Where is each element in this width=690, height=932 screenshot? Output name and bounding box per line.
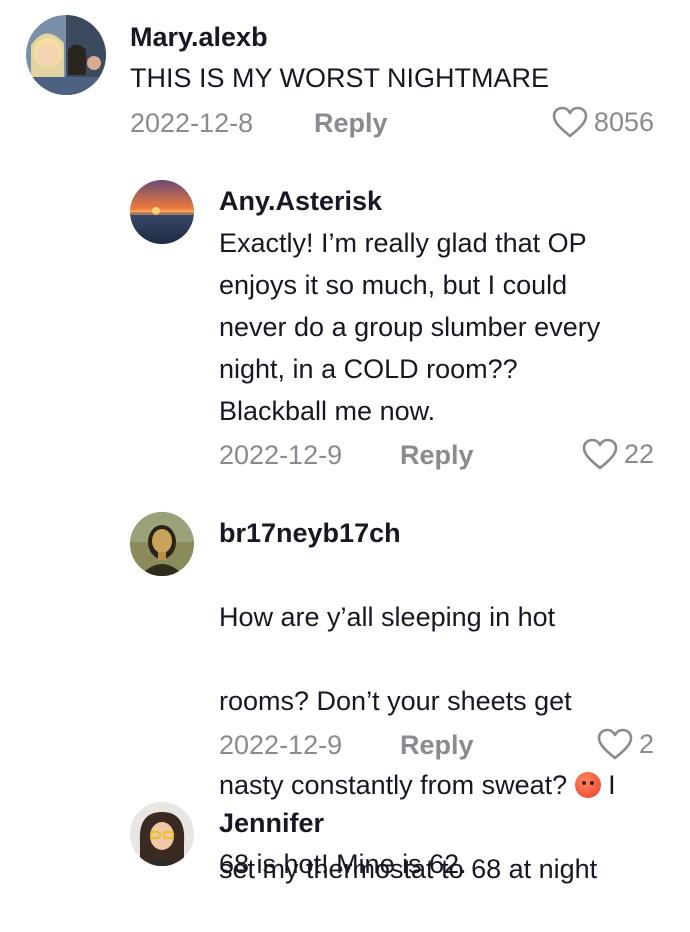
avatar[interactable]: [26, 15, 106, 95]
comment-text-line: How are y’all sleeping in hot: [219, 602, 556, 632]
reply-button[interactable]: Reply: [314, 108, 388, 139]
reply-button[interactable]: Reply: [400, 440, 474, 471]
comment-text: 68 is hot! Mine is 62.: [219, 849, 467, 879]
comment-text: Exactly! I’m really glad that OP enjoys …: [219, 228, 601, 426]
like-button[interactable]: 2: [597, 728, 654, 760]
avatar[interactable]: [130, 180, 194, 244]
like-button[interactable]: 22: [582, 438, 654, 470]
avatar-photo: [26, 15, 106, 95]
comment-date: 2022-12-9: [219, 440, 343, 470]
comment-username[interactable]: Any.Asterisk: [219, 186, 382, 217]
avatar-photo: [130, 180, 194, 244]
comment-text-fragment: nasty constantly from sweat?: [219, 770, 575, 800]
comment-text-line: nasty constantly from sweat? I: [219, 764, 616, 806]
comment-username[interactable]: Jennifer: [219, 808, 324, 839]
comment-username[interactable]: Mary.alexb: [130, 22, 268, 53]
comment-username[interactable]: br17neyb17ch: [219, 518, 401, 549]
comment-text: THIS IS MY WORST NIGHTMARE: [130, 63, 550, 93]
heart-icon: [552, 106, 588, 138]
reply-button[interactable]: Reply: [400, 730, 474, 761]
comment-date: 2022-12-8: [130, 108, 254, 138]
heart-icon: [597, 728, 633, 760]
heart-icon: [582, 438, 618, 470]
avatar[interactable]: [130, 512, 194, 576]
hot-face-emoji-icon: [574, 772, 601, 798]
like-count: 8056: [593, 106, 654, 137]
like-count: 22: [623, 438, 654, 469]
comment-text-fragment: I: [600, 770, 616, 800]
like-count: 2: [638, 728, 654, 759]
avatar[interactable]: [130, 802, 194, 866]
avatar-photo: [130, 802, 194, 866]
like-button[interactable]: 8056: [552, 106, 654, 138]
avatar-photo: [130, 512, 194, 576]
comment-text-line: rooms? Don’t your sheets get: [219, 686, 572, 716]
comment-date: 2022-12-9: [219, 730, 343, 760]
